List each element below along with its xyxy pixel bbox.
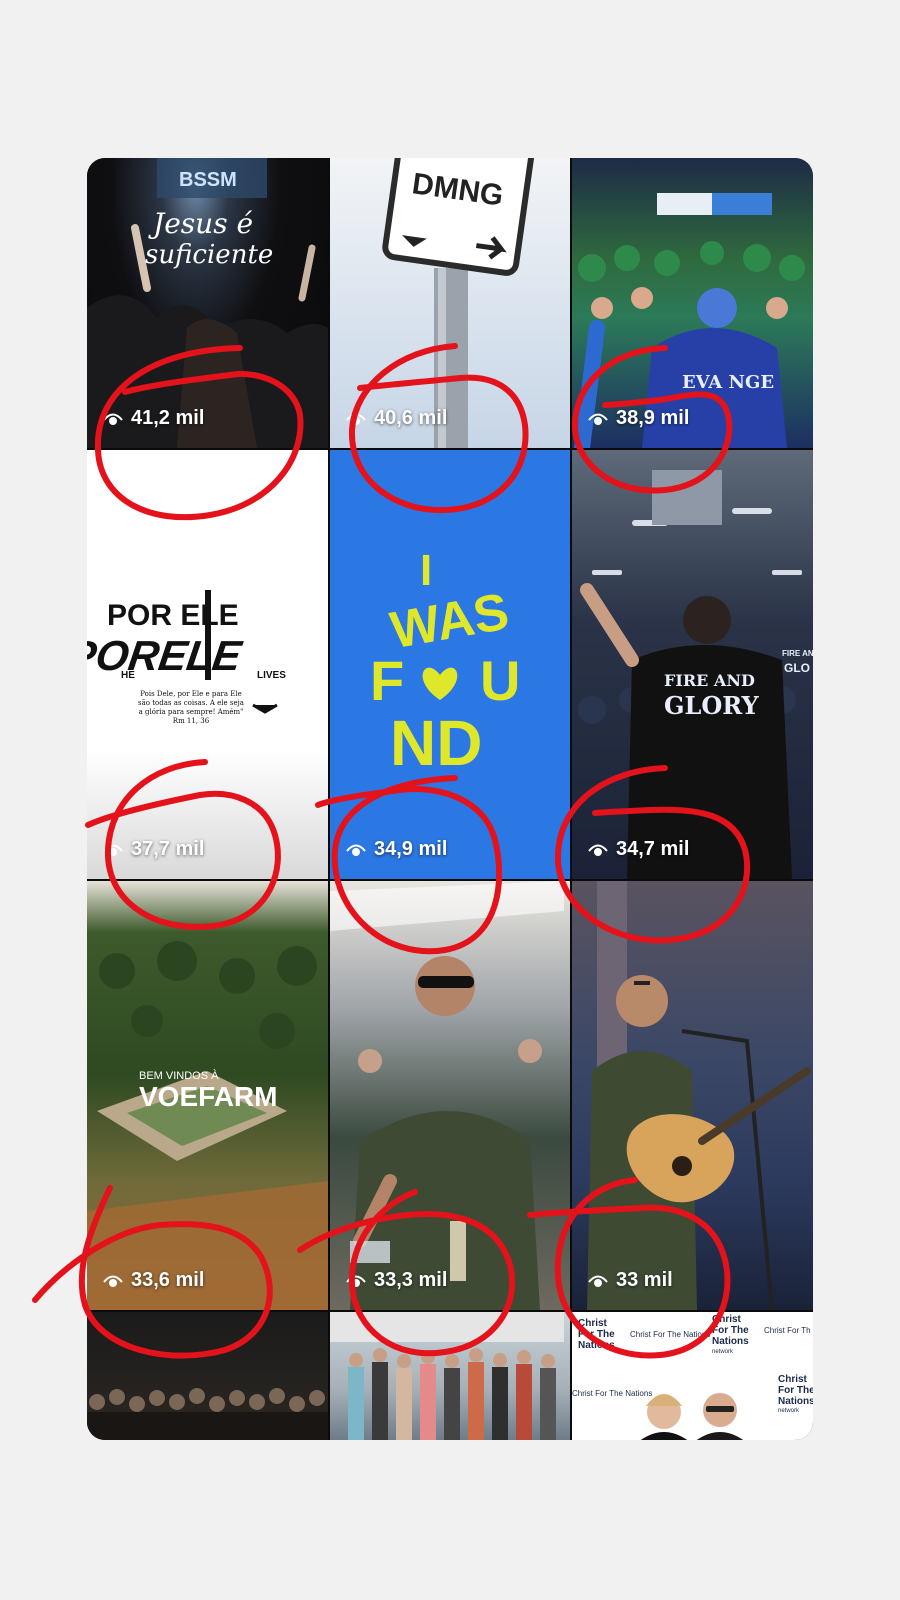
view-count: 34,7 mil [588, 838, 689, 861]
eye-icon [346, 844, 366, 856]
cftn-backdrop-art: Christ For The Nations Christ For The Na… [572, 1314, 813, 1440]
eye-icon [588, 844, 608, 856]
man-pouring-art [330, 881, 564, 1310]
word-i: I [420, 546, 432, 595]
view-count: 33,3 mil [346, 1269, 447, 1292]
eye-icon [103, 413, 123, 425]
dark-crowd-art [87, 1388, 328, 1440]
brand-cut: Christ For Th [764, 1326, 811, 1335]
view-count: 33,6 mil [103, 1269, 204, 1292]
tile-group-photo[interactable] [330, 1312, 570, 1440]
eye-icon [588, 413, 608, 425]
brand-line-3: Nations [578, 1340, 615, 1351]
view-count: 40,6 mil [346, 407, 447, 430]
he-tag: HE [121, 670, 135, 681]
view-count: 37,7 mil [103, 838, 204, 861]
view-count-text: 41,2 mil [131, 407, 205, 429]
stage-crowd-art: BSSM Jesus é suficiente [87, 158, 328, 448]
view-count-text: 33,3 mil [374, 1269, 448, 1291]
tile-por-ele[interactable]: POR ELE PORELE HE LIVES Pois Dele, por E… [87, 450, 328, 879]
por-ele-graffiti: PORELE [87, 632, 246, 679]
por-ele-art: POR ELE PORELE HE LIVES Pois Dele, por E… [87, 590, 286, 725]
view-count-text: 34,7 mil [616, 838, 690, 860]
brand-line-2: For The [578, 1329, 615, 1340]
stage-sign-text: BSSM [179, 169, 237, 191]
por-ele-title: POR ELE [107, 599, 239, 632]
side-shirt-line-2: GLO [784, 661, 810, 675]
shirt-line-2: GLORY [664, 691, 759, 720]
brand-inline: Christ For The Nations [630, 1330, 710, 1339]
view-count: 41,2 mil [103, 407, 204, 430]
brand-small: network [712, 1349, 734, 1355]
eye-icon [103, 1275, 123, 1287]
tile-guitar-singer[interactable]: 33 mil [572, 881, 813, 1310]
brand-line-1c: Christ [778, 1374, 808, 1385]
view-count-text: 33,6 mil [131, 1269, 205, 1291]
tile-fire-and-glory[interactable]: FIRE AND GLORY FIRE AND GLO 34,7 mil [572, 450, 813, 879]
group-photo-art [330, 1312, 564, 1440]
tile-christ-for-the-nations[interactable]: Christ For The Nations Christ For The Na… [572, 1312, 813, 1440]
brand-small-2: network [778, 1408, 800, 1414]
lives-tag: LIVES [257, 670, 286, 681]
view-count-text: 40,6 mil [374, 407, 448, 429]
street-sign-art: DMNG [382, 158, 535, 448]
eye-icon [346, 413, 366, 425]
tile-dmng-sign[interactable]: DMNG 40,6 mil [330, 158, 570, 448]
letters-nd: ND [390, 707, 482, 779]
tile-i-was-found[interactable]: I WAS F U ND 34,9 mil [330, 450, 570, 879]
view-count-text: 37,7 mil [131, 838, 205, 860]
view-count: 34,9 mil [346, 838, 447, 861]
letter-u: U [480, 649, 520, 712]
crowd-art: EVA NGE [574, 193, 805, 448]
shirt-text: EVA NGE [682, 372, 774, 393]
caption-line-1: Jesus é [148, 207, 253, 240]
brand-line-1: Christ [578, 1318, 608, 1329]
view-count: 38,9 mil [588, 407, 689, 430]
view-count-text: 33 mil [616, 1269, 673, 1291]
tile-man-pouring[interactable]: 33,3 mil [330, 881, 570, 1310]
view-count-text: 38,9 mil [616, 407, 690, 429]
fire-and-glory-art: FIRE AND GLORY FIRE AND GLO [578, 470, 813, 879]
tile-crowd-green[interactable]: EVA NGE 38,9 mil [572, 158, 813, 448]
letter-f: F [370, 649, 404, 712]
screen: BSSM Jesus é suficiente 41,2 mil DMNG 40… [0, 0, 900, 1600]
voefarm-title: VOEFARM [139, 1081, 277, 1112]
eye-icon [103, 844, 123, 856]
shirt-line-1: FIRE AND [664, 671, 755, 690]
eye-icon [346, 1275, 366, 1287]
brand-line-2b: For The [712, 1325, 749, 1336]
brand-line-3c: Nations [778, 1396, 813, 1407]
tile-crowd-dark[interactable] [87, 1312, 328, 1440]
eye-icon [588, 1275, 608, 1287]
tile-jesus-e-suficiente[interactable]: BSSM Jesus é suficiente 41,2 mil [87, 158, 328, 448]
brand-inline-2: Christ For The Nations [572, 1389, 652, 1398]
i-was-found-art: I WAS F U ND [370, 546, 520, 779]
caption-line-2: suficiente [145, 240, 273, 270]
brand-line-2c: For The [778, 1385, 813, 1396]
view-count: 33 mil [588, 1269, 673, 1292]
tile-voefarm[interactable]: BEM VINDOS À VOEFARM 33,6 mil [87, 881, 328, 1310]
guitar-singer-art [587, 881, 811, 1310]
video-grid: BSSM Jesus é suficiente 41,2 mil DMNG 40… [87, 158, 813, 1440]
view-count-text: 34,9 mil [374, 838, 448, 860]
verse-text: Pois Dele, por Ele e para Ele são todas … [138, 690, 244, 725]
voefarm-art: BEM VINDOS À VOEFARM [87, 941, 328, 1310]
side-shirt-line-1: FIRE AND [782, 649, 813, 658]
brand-line-3b: Nations [712, 1336, 749, 1347]
brand-line-1b: Christ [712, 1314, 742, 1325]
